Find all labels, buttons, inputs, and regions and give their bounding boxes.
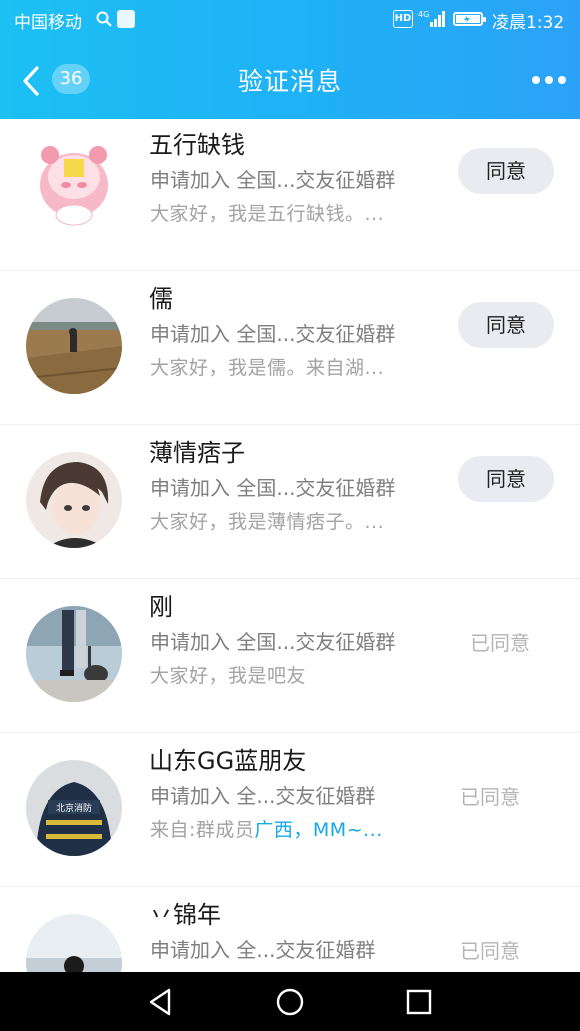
request-message: 大家好，我是五行缺钱。... — [150, 203, 385, 225]
request-group: 申请加入 全国...交友征婚群 — [150, 630, 396, 654]
request-group: 申请加入 全国...交友征婚群 — [150, 322, 396, 346]
request-message: 大家好，我是薄情痞子。... — [150, 511, 385, 533]
avatar[interactable] — [26, 452, 122, 548]
app-notification-icon — [117, 10, 135, 28]
request-group: 申请加入 全国...交友征婚群 — [150, 476, 396, 500]
page-title: 验证消息 — [237, 67, 342, 96]
request-row[interactable]: 刚 申请加入 全国...交友征婚群 大家好，我是吧友 已同意 — [0, 579, 580, 733]
signal-icon: 4G — [418, 9, 448, 33]
more-dots-icon — [532, 76, 540, 84]
request-row[interactable]: 五行缺钱 申请加入 全国...交友征婚群 大家好，我是五行缺钱。... 同意 — [0, 119, 580, 271]
avatar[interactable] — [26, 298, 122, 394]
hd-voice-icon: HD — [393, 10, 413, 28]
requester-name: 儒 — [149, 285, 173, 313]
agree-button[interactable]: 同意 — [458, 456, 554, 502]
requester-name: 刚 — [149, 593, 173, 621]
battery-icon — [453, 12, 486, 26]
clock: 凌晨1:32 — [492, 13, 565, 33]
message-prefix: 来自:群成员 — [150, 819, 255, 841]
request-row[interactable]: 北京消防 山东GG蓝朋友 申请加入 全...交友征婚群 来自:群成员广西，MM~… — [0, 733, 580, 887]
agreed-status: 已同意 — [470, 631, 530, 655]
more-dots-icon — [558, 76, 566, 84]
avatar[interactable] — [26, 914, 122, 972]
avatar[interactable] — [26, 131, 122, 227]
requester-name: 薄情痞子 — [149, 439, 245, 467]
verification-list: 五行缺钱 申请加入 全国...交友征婚群 大家好，我是五行缺钱。... 同意 儒… — [0, 119, 580, 972]
system-navigation-bar — [0, 972, 580, 1031]
request-group: 申请加入 全...交友征婚群 — [150, 938, 376, 962]
agreed-status: 已同意 — [460, 939, 520, 963]
request-row[interactable]: 丷锦年 申请加入 全...交友征婚群 已同意 — [0, 887, 580, 972]
agree-button[interactable]: 同意 — [458, 148, 554, 194]
app-header: 中国移动 HD 4G 凌晨1:32 36 验证消息 — [0, 0, 580, 119]
requester-name: 山东GG蓝朋友 — [149, 747, 307, 775]
search-status-icon — [95, 10, 113, 28]
title-bar: 36 验证消息 — [0, 40, 580, 119]
more-dots-icon — [545, 76, 553, 84]
square-recents-icon[interactable] — [403, 986, 435, 1018]
more-button[interactable] — [528, 68, 568, 92]
agreed-status: 已同意 — [460, 785, 520, 809]
request-group: 申请加入 全...交友征婚群 — [150, 784, 376, 808]
status-bar: 中国移动 HD 4G 凌晨1:32 — [0, 0, 580, 40]
request-group: 申请加入 全国...交友征婚群 — [150, 168, 396, 192]
requester-name: 丷锦年 — [149, 901, 221, 929]
carrier-label: 中国移动 — [14, 13, 82, 33]
requester-name: 五行缺钱 — [149, 131, 245, 159]
circle-home-icon[interactable] — [274, 986, 306, 1018]
request-row[interactable]: 薄情痞子 申请加入 全国...交友征婚群 大家好，我是薄情痞子。... 同意 — [0, 425, 580, 579]
svg-text:4G: 4G — [418, 10, 429, 19]
svg-text:北京消防: 北京消防 — [56, 802, 92, 814]
agree-button[interactable]: 同意 — [458, 302, 554, 348]
avatar[interactable]: 北京消防 — [26, 760, 122, 856]
triangle-back-icon[interactable] — [145, 986, 177, 1018]
message-highlight: 广西，MM~... — [254, 819, 383, 841]
request-message: 来自:群成员广西，MM~... — [150, 815, 383, 842]
request-row[interactable]: 儒 申请加入 全国...交友征婚群 大家好，我是儒。来自湖... 同意 — [0, 271, 580, 425]
request-message: 大家好，我是儒。来自湖... — [150, 357, 385, 379]
avatar[interactable] — [26, 606, 122, 702]
request-message: 大家好，我是吧友 — [150, 665, 307, 687]
